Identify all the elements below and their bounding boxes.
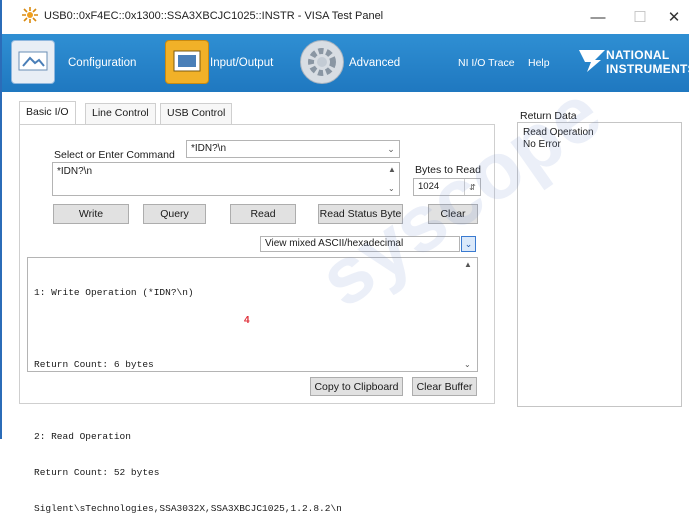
- read-button[interactable]: Read: [230, 204, 296, 224]
- input-output-tab[interactable]: Input/Output: [210, 57, 273, 69]
- annotation-mark: 4: [244, 315, 250, 326]
- view-mode-select[interactable]: View mixed ASCII/hexadecimal: [260, 236, 460, 252]
- tab-usb-control[interactable]: USB Control: [160, 103, 233, 124]
- query-button[interactable]: Query: [143, 204, 206, 224]
- return-data-box: Read Operation No Error: [517, 122, 682, 407]
- close-button[interactable]: ✕: [660, 6, 688, 28]
- command-label: Select or Enter Command: [54, 149, 175, 161]
- return-data-line: No Error: [523, 139, 561, 150]
- gear-icon[interactable]: [300, 40, 344, 84]
- app-icon: [22, 7, 38, 23]
- output-line: Return Count: 6 bytes: [34, 359, 154, 370]
- read-status-byte-button[interactable]: Read Status Byte: [318, 204, 403, 224]
- ni-logo-line2: INSTRUMENTS: [606, 62, 689, 76]
- output-line: 1: Write Operation (*IDN?\n): [34, 287, 194, 298]
- configuration-tab[interactable]: Configuration: [68, 57, 136, 69]
- return-data-line: Read Operation: [523, 127, 594, 138]
- tab-line-control[interactable]: Line Control: [85, 103, 156, 124]
- copy-to-clipboard-button[interactable]: Copy to Clipboard: [310, 377, 403, 396]
- bytes-to-read-label: Bytes to Read: [415, 164, 481, 176]
- ni-io-trace-link[interactable]: NI I/O Trace: [458, 57, 515, 69]
- input-output-icon[interactable]: [165, 40, 209, 84]
- scroll-down-icon[interactable]: ⌄: [388, 184, 395, 193]
- output-buffer[interactable]: 1: Write Operation (*IDN?\n) Return Coun…: [27, 257, 478, 514]
- chevron-down-icon[interactable]: ⌄: [384, 141, 398, 157]
- return-data-label: Return Data: [520, 110, 577, 122]
- spinner-icon[interactable]: ⇵: [464, 179, 480, 195]
- window-title: USB0::0xF4EC::0x1300::SSA3XBCJC1025::INS…: [44, 10, 384, 22]
- write-button[interactable]: Write: [53, 204, 129, 224]
- output-line: 2: Read Operation: [34, 431, 131, 442]
- maximize-button[interactable]: ☐: [626, 6, 654, 28]
- scroll-down-icon[interactable]: ⌄: [464, 360, 471, 369]
- configuration-icon[interactable]: [11, 40, 55, 84]
- clear-button[interactable]: Clear: [428, 204, 478, 224]
- output-line: Siglent\sTechnologies,SSA3032X,SSA3XBCJC…: [34, 503, 342, 514]
- scroll-up-icon[interactable]: ▲: [388, 165, 396, 174]
- output-line: Return Count: 52 bytes: [34, 467, 160, 478]
- clear-buffer-button[interactable]: Clear Buffer: [412, 377, 477, 396]
- advanced-tab[interactable]: Advanced: [349, 57, 400, 69]
- command-text-input[interactable]: *IDN?\n: [52, 162, 400, 196]
- command-select[interactable]: *IDN?\n: [186, 140, 400, 158]
- ni-logo-line1: NATIONAL: [606, 48, 670, 62]
- scroll-up-icon[interactable]: ▲: [464, 260, 472, 269]
- minimize-button[interactable]: —: [584, 6, 612, 28]
- help-link[interactable]: Help: [528, 57, 550, 69]
- chevron-down-icon[interactable]: ⌄: [461, 236, 476, 252]
- tab-basic-io[interactable]: Basic I/O: [19, 101, 76, 125]
